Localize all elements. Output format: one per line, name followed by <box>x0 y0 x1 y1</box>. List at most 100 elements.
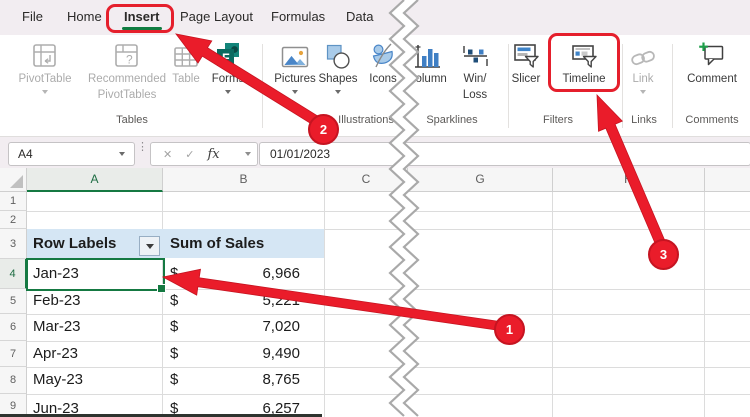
group-label-comments: Comments <box>685 114 738 126</box>
cell-b4-currency[interactable]: $ <box>170 265 178 282</box>
cell-b8-amount[interactable]: 8,765 <box>200 371 300 388</box>
group-label-tables: Tables <box>116 114 148 126</box>
cell-b7-currency[interactable]: $ <box>170 345 178 362</box>
name-box-value: A4 <box>9 147 33 161</box>
link-label: Link <box>616 73 670 86</box>
row-header-2[interactable]: 2 <box>0 211 27 229</box>
winloss-sparkline-icon <box>461 42 489 70</box>
group-separator <box>672 44 673 128</box>
chevron-down-icon[interactable] <box>245 152 251 156</box>
select-all-corner[interactable] <box>0 168 27 192</box>
tab-data[interactable]: Data <box>346 9 373 24</box>
cell-a3-row-labels[interactable]: Row Labels <box>33 235 116 252</box>
step-3-badge: 3 <box>648 239 679 270</box>
column-header-b[interactable]: B <box>163 168 325 192</box>
row-header-6[interactable]: 6 <box>0 314 27 341</box>
chevron-down-icon <box>292 90 298 94</box>
winloss-sparkline-button[interactable]: Win/ Loss <box>450 40 500 102</box>
row-header-8[interactable]: 8 <box>0 367 27 394</box>
active-cell-border <box>26 258 165 291</box>
step-2-number: 2 <box>320 122 327 137</box>
timeline-button[interactable]: Timeline <box>554 40 614 86</box>
slicer-label: Slicer <box>498 73 554 86</box>
winloss-label-line1: Win/ <box>450 73 500 86</box>
link-icon <box>629 46 657 70</box>
fill-handle[interactable] <box>157 284 166 293</box>
column-header-partial[interactable] <box>705 168 750 192</box>
group-separator <box>262 44 263 128</box>
formula-value: 01/01/2023 <box>260 147 330 161</box>
formula-buttons-box: ✕ ✓ fx <box>150 142 258 166</box>
svg-text:F: F <box>222 52 230 66</box>
pivot-filter-dropdown-button[interactable] <box>139 236 160 256</box>
timeline-label: Timeline <box>554 73 614 86</box>
forms-label: Forms <box>198 73 258 86</box>
chevron-down-icon <box>335 90 341 94</box>
gridline <box>552 192 553 417</box>
cell-a7[interactable]: Apr-23 <box>33 345 78 362</box>
cell-a6[interactable]: Mar-23 <box>33 318 81 335</box>
cell-b5-amount[interactable]: 5,221 <box>200 292 300 309</box>
formula-input[interactable]: 01/01/2023 <box>259 142 750 166</box>
enter-icon[interactable]: ✓ <box>172 148 194 161</box>
comment-label: Comment <box>680 73 744 86</box>
slicer-button[interactable]: Slicer <box>498 40 554 86</box>
timeline-icon <box>570 42 598 70</box>
comment-button[interactable]: Comment <box>680 40 744 86</box>
cell-b8-currency[interactable]: $ <box>170 371 178 388</box>
group-label-filters: Filters <box>543 114 573 126</box>
cell-a8[interactable]: May-23 <box>33 371 83 388</box>
cell-b7-amount[interactable]: 9,490 <box>200 345 300 362</box>
slicer-icon <box>512 42 540 70</box>
forms-button[interactable]: F Forms <box>198 40 258 94</box>
forms-icon: F <box>214 42 242 70</box>
chevron-down-icon <box>225 90 231 94</box>
row-header-5[interactable]: 5 <box>0 289 27 314</box>
cell-b3-sum-of-sales[interactable]: Sum of Sales <box>170 235 264 252</box>
tab-insert[interactable]: Insert <box>124 9 159 24</box>
row-header-1[interactable]: 1 <box>0 192 27 211</box>
formula-bar-row: A4 ⋮ ✕ ✓ fx 01/01/2023 <box>0 136 750 169</box>
row-header-4[interactable]: 4 <box>0 259 27 289</box>
cell-b4-amount[interactable]: 6,966 <box>200 265 300 282</box>
active-tab-indicator <box>122 27 162 30</box>
chevron-down-icon <box>640 90 646 94</box>
pictures-icon <box>281 44 309 70</box>
pivottable-icon <box>31 42 59 70</box>
tab-formulas[interactable]: Formulas <box>271 9 325 24</box>
column-header-h[interactable]: H <box>553 168 705 192</box>
tab-file[interactable]: File <box>22 9 43 24</box>
cell-b6-currency[interactable]: $ <box>170 318 178 335</box>
row-header-3[interactable]: 3 <box>0 229 27 259</box>
svg-text:?: ? <box>126 53 133 67</box>
shapes-icon <box>325 44 351 70</box>
group-label-sparklines: Sparklines <box>426 114 477 126</box>
cell-b6-amount[interactable]: 7,020 <box>200 318 300 335</box>
cancel-icon[interactable]: ✕ <box>151 148 172 161</box>
link-button[interactable]: Link <box>616 40 670 94</box>
corner-triangle-icon <box>10 175 23 188</box>
column-header-g[interactable]: G <box>408 168 553 192</box>
step-2-badge: 2 <box>308 114 339 145</box>
table-icon <box>173 44 199 70</box>
pivottable-button[interactable]: PivotTable <box>15 40 75 94</box>
row-header-7[interactable]: 7 <box>0 341 27 367</box>
step-3-number: 3 <box>660 247 667 262</box>
excel-window: File Home Insert Page Layout Formulas Da… <box>0 0 750 417</box>
drag-handle-dots[interactable]: ⋮ <box>137 145 148 150</box>
column-header-a[interactable]: A <box>27 168 163 192</box>
winloss-label-line2: Loss <box>450 89 500 102</box>
tab-home[interactable]: Home <box>67 9 102 24</box>
tab-page-layout[interactable]: Page Layout <box>180 9 253 24</box>
recommended-pivottables-icon: ? <box>113 42 141 70</box>
cell-a5[interactable]: Feb-23 <box>33 292 81 309</box>
step-1-number: 1 <box>506 322 513 337</box>
ribbon-tab-bar: File Home Insert Page Layout Formulas Da… <box>0 0 750 35</box>
chevron-down-icon[interactable] <box>119 152 125 156</box>
filter-arrow-icon <box>146 244 154 249</box>
cell-b5-currency[interactable]: $ <box>170 292 178 309</box>
recommended-label-line2: PivotTables <box>84 89 170 102</box>
step-1-badge: 1 <box>494 314 525 345</box>
insert-function-icon[interactable]: fx <box>194 147 219 162</box>
name-box[interactable]: A4 <box>8 142 135 166</box>
